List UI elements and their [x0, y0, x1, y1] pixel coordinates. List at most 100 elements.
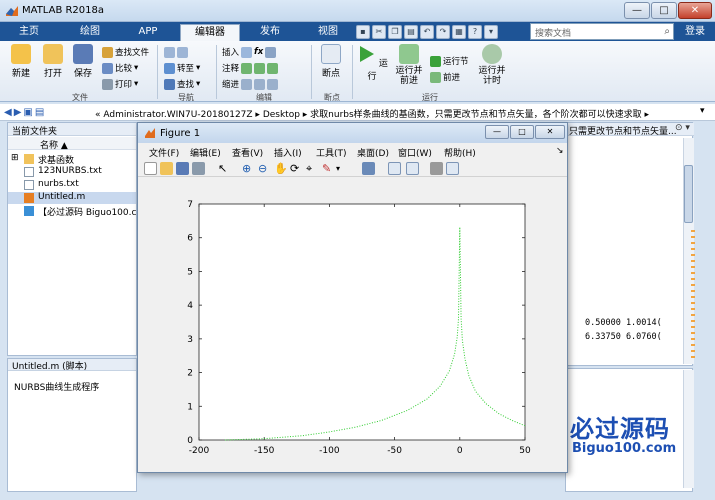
figure-close-button[interactable]: ✕ — [535, 125, 565, 139]
plot-svg: -200 -150 -100 -50 0 50 0 1 2 3 4 5 6 7 — [187, 200, 531, 456]
login-button[interactable]: 登录 — [678, 23, 712, 40]
data-cursor-icon[interactable]: ⌖ — [306, 162, 319, 175]
open-button[interactable]: 打开 — [36, 44, 70, 79]
figure-toolbar: ↖ ⊕ ⊖ ✋ ⟳ ⌖ ✎ ▾ — [138, 159, 567, 177]
find-files-button[interactable]: 查找文件 — [102, 45, 149, 59]
watermark-title: 必过源码 — [570, 415, 670, 443]
menu-insert[interactable]: 插入(I) — [274, 146, 302, 159]
panel-actions-icon[interactable]: ⊙ ▾ — [675, 123, 690, 133]
close-button[interactable]: ✕ — [678, 2, 712, 19]
indent-button[interactable]: 缩进 — [222, 77, 279, 91]
compare-button[interactable]: 比较 ▾ — [102, 61, 138, 75]
run-section-button[interactable]: 运行节 — [430, 54, 469, 68]
redo-icon[interactable]: ↷ — [436, 25, 450, 39]
find-button[interactable]: 查找 ▾ — [164, 77, 200, 91]
address-nav-icons[interactable]: ◀▶▣▤ — [4, 107, 46, 118]
fx-icon[interactable]: fx — [254, 47, 263, 57]
zoom-in-icon[interactable]: ⊕ — [242, 162, 255, 175]
menu-edit[interactable]: 编辑(E) — [190, 146, 221, 159]
brush-dropdown-icon[interactable]: ▾ — [336, 162, 349, 175]
pan-icon[interactable]: ✋ — [274, 162, 288, 175]
insert-colorbar-icon[interactable] — [388, 162, 401, 175]
menu-file[interactable]: 文件(F) — [149, 146, 179, 159]
figure-minimize-button[interactable]: — — [485, 125, 509, 139]
figure-icon — [145, 128, 155, 138]
new-button[interactable]: 新建 — [4, 44, 38, 79]
undo-icon[interactable]: ↶ — [420, 25, 434, 39]
window-title: MATLAB R2018a — [22, 5, 105, 16]
help-icon[interactable]: ? — [468, 25, 482, 39]
search-documentation-input[interactable]: 搜索文档 ⌕ — [530, 23, 674, 40]
insert-legend-icon[interactable] — [406, 162, 419, 175]
paste-icon[interactable]: ▤ — [404, 25, 418, 39]
text-file-icon — [24, 167, 34, 177]
cut-icon[interactable]: ✂ — [372, 25, 386, 39]
column-name-label: 名称 ▲ — [40, 141, 68, 151]
address-dropdown-icon[interactable]: ▾ — [700, 106, 705, 116]
open-file-icon[interactable] — [160, 162, 173, 175]
dropdown-icon[interactable]: ▾ — [484, 25, 498, 39]
file-item-txt[interactable]: 123NURBS.txt — [8, 166, 136, 178]
zoom-out-icon[interactable]: ⊖ — [258, 162, 271, 175]
advance-button[interactable]: 前进 — [430, 70, 460, 84]
scrollbar-thumb[interactable] — [684, 165, 693, 223]
nav-back-forward[interactable] — [164, 45, 188, 59]
menu-help[interactable]: 帮助(H) — [444, 146, 476, 159]
file-item-link[interactable]: 【必过源码 Biguo100.com】 — [8, 205, 160, 218]
maximize-button[interactable]: □ — [651, 2, 677, 19]
edit-plot-icon[interactable]: ↖ — [218, 162, 231, 175]
title-bar: MATLAB R2018a — □ ✕ — [0, 0, 715, 22]
tab-editor[interactable]: 编辑器 — [180, 24, 240, 41]
copy-icon[interactable]: ❐ — [388, 25, 402, 39]
menu-view[interactable]: 查看(V) — [232, 146, 263, 159]
new-figure-icon[interactable] — [144, 162, 157, 175]
search-icon[interactable]: ⌕ — [664, 26, 670, 37]
folder-icon — [24, 154, 34, 164]
run-and-advance-button[interactable]: 运行并 前进 — [390, 44, 428, 86]
tab-home[interactable]: 主页 — [6, 24, 52, 41]
file-item-m-selected[interactable]: Untitled.m — [8, 192, 136, 204]
breakpoints-button[interactable]: 断点 — [314, 44, 348, 79]
menu-window[interactable]: 窗口(W) — [398, 146, 432, 159]
save-icon — [73, 44, 93, 64]
details-description: NURBS曲线生成程序 — [14, 383, 100, 393]
smart-indent-icon — [241, 78, 253, 90]
address-path[interactable]: « Administrator.WIN7U-20180127Z ▸ Deskto… — [95, 107, 649, 120]
expand-icon[interactable]: ⊞ — [11, 153, 19, 163]
rotate-3d-icon[interactable]: ⟳ — [290, 162, 303, 175]
run-icon — [360, 46, 375, 62]
y-tick-label: 1 — [187, 402, 193, 412]
save-icon[interactable]: ▪ — [356, 25, 370, 39]
file-item-txt[interactable]: nurbs.txt — [8, 179, 136, 191]
tab-publish[interactable]: 发布 — [246, 24, 294, 41]
figure-title: Figure 1 — [160, 128, 201, 139]
show-plot-tools-icon[interactable] — [446, 162, 459, 175]
brush-icon[interactable]: ✎ — [322, 162, 335, 175]
goto-button[interactable]: 转至 ▾ — [164, 61, 200, 75]
switch-window-icon[interactable]: ▦ — [452, 25, 466, 39]
comment-button[interactable]: 注释 — [222, 61, 279, 75]
run-button[interactable]: 运行 — [355, 44, 389, 82]
matlab-logo-icon — [6, 6, 18, 16]
tab-apps[interactable]: APP — [122, 24, 174, 41]
print-figure-icon[interactable] — [192, 162, 205, 175]
figure-maximize-button[interactable]: □ — [510, 125, 534, 139]
goto-icon — [164, 62, 175, 74]
link-plot-icon[interactable] — [362, 162, 375, 175]
minimize-button[interactable]: — — [624, 2, 650, 19]
print-button[interactable]: 打印 ▾ — [102, 77, 138, 91]
file-item-folder[interactable]: ⊞ 求基函数 — [8, 153, 136, 166]
save-button[interactable]: 保存 — [66, 44, 100, 79]
run-and-time-button[interactable]: 运行并 计时 — [474, 44, 510, 86]
hide-plot-tools-icon[interactable] — [430, 162, 443, 175]
menu-dock-icon[interactable]: ↘ — [556, 146, 564, 156]
save-figure-icon[interactable] — [176, 162, 189, 175]
tab-plots[interactable]: 绘图 — [64, 24, 116, 41]
menu-tools[interactable]: 工具(T) — [316, 146, 347, 159]
figure-window: Figure 1 — □ ✕ 文件(F) 编辑(E) 查看(V) 插入(I) 工… — [137, 122, 568, 473]
column-header-name[interactable]: 名称 ▲ — [8, 137, 136, 151]
menu-desktop[interactable]: 桌面(D) — [357, 146, 389, 159]
tab-view[interactable]: 视图 — [302, 24, 354, 41]
search-placeholder: 搜索文档 — [535, 29, 572, 39]
insert-button[interactable]: 插入 fx — [222, 45, 277, 59]
